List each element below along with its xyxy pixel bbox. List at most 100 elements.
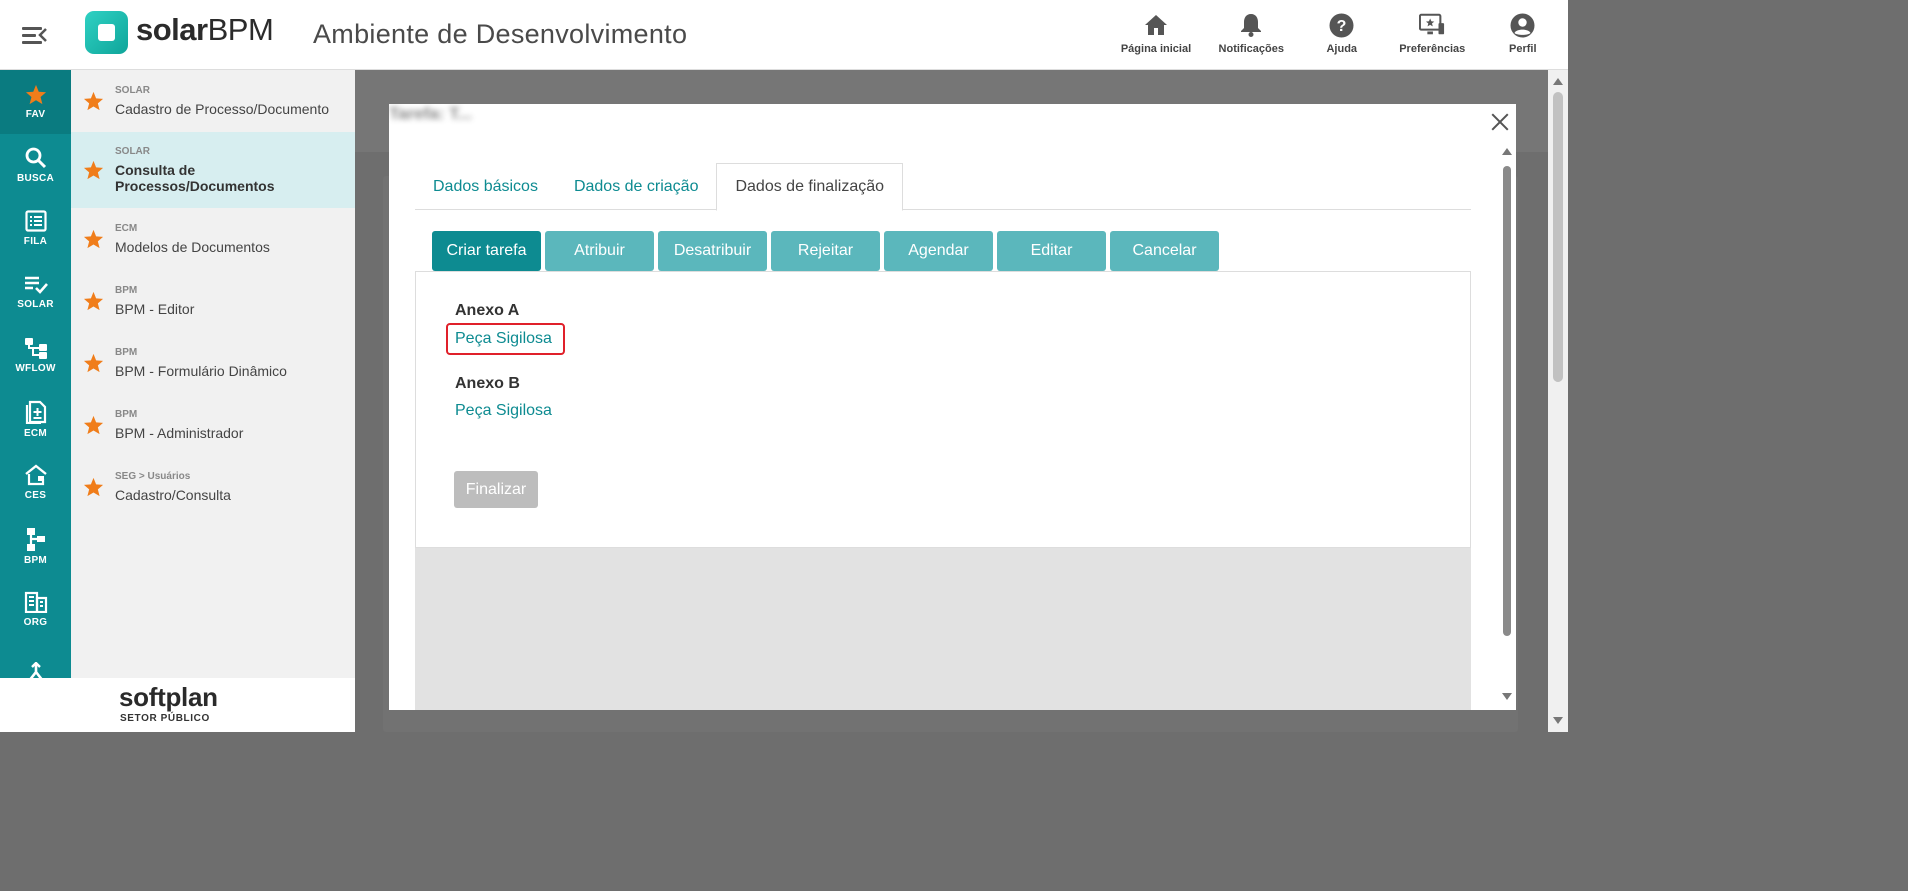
ecm-icon — [25, 400, 46, 424]
rail-item-label: WFLOW — [15, 363, 56, 375]
star-icon — [83, 291, 104, 311]
modal-tabs: Dados básicos Dados de criação Dados de … — [415, 163, 1471, 211]
favorite-name: Modelos de Documentos — [115, 239, 270, 255]
anexo-b-link[interactable]: Peça Sigilosa — [455, 402, 552, 420]
anexo-b-title: Anexo B — [455, 375, 520, 392]
rail-item-label: BPM — [23, 554, 48, 566]
favorite-item[interactable]: BPM BPM - Administrador — [71, 394, 355, 456]
scroll-up-icon[interactable] — [1502, 148, 1512, 155]
scrollbar-thumb[interactable] — [1503, 166, 1511, 636]
desatribuir-button[interactable]: Desatribuir — [658, 231, 767, 271]
favorite-name: BPM - Administrador — [115, 425, 244, 441]
nav-home[interactable]: Página inicial — [1106, 0, 1206, 70]
rail-item-bpm[interactable]: BPM — [0, 515, 71, 579]
rail-item-solar[interactable]: SOLAR — [0, 261, 71, 325]
tab-dados-criacao[interactable]: Dados de criação — [556, 163, 717, 210]
rail-item-wflow[interactable]: WFLOW — [0, 324, 71, 388]
svg-text:?: ? — [1337, 18, 1347, 35]
search-icon — [25, 147, 46, 168]
rail-item-fila[interactable]: FILA — [0, 197, 71, 261]
rail-item-label: FAV — [25, 108, 46, 120]
nav-notifications[interactable]: Notificações — [1206, 0, 1297, 70]
softplan-logo: softplan — [119, 682, 218, 712]
scroll-up-icon[interactable] — [1553, 78, 1563, 85]
anexo-a-title: Anexo A — [455, 302, 520, 319]
nav-profile[interactable]: Perfil — [1478, 0, 1569, 70]
bpm-icon — [26, 527, 45, 551]
finalization-panel: Anexo A Peça Sigilosa Anexo B Peça Sigil… — [415, 271, 1471, 548]
rail-item-ecm[interactable]: ECM — [0, 388, 71, 452]
cancelar-button[interactable]: Cancelar — [1110, 231, 1219, 271]
rail-item-label: ECM — [23, 427, 48, 439]
atribuir-button[interactable]: Atribuir — [545, 231, 654, 271]
star-icon — [83, 160, 104, 180]
favorite-category: BPM — [115, 285, 138, 296]
rejeitar-button[interactable]: Rejeitar — [771, 231, 880, 271]
star-icon — [83, 91, 104, 111]
workflow-icon — [24, 338, 47, 360]
softplan-footer: softplan SETOR PÚBLICO — [0, 678, 355, 732]
modal-scrollbar[interactable] — [1502, 146, 1512, 706]
favorite-item[interactable]: BPM BPM - Editor — [71, 270, 355, 332]
star-icon — [83, 477, 104, 497]
favorite-category: BPM — [115, 347, 138, 358]
favorite-name: Cadastro de Processo/Documento — [115, 101, 329, 117]
favorite-item-selected[interactable]: SOLAR Consulta de Processos/Documentos — [71, 132, 355, 208]
favorite-category: BPM — [115, 409, 138, 420]
rail-item-label: BUSCA — [16, 172, 55, 184]
favorite-item[interactable]: SEG > Usuários Cadastro/Consulta — [71, 456, 355, 518]
favorite-name: BPM - Formulário Dinâmico — [115, 363, 287, 379]
action-toolbar: Criar tarefa Atribuir Desatribuir Rejeit… — [432, 231, 1219, 271]
environment-title: Ambiente de Desenvolvimento — [313, 19, 688, 49]
favorite-category: SOLAR — [115, 85, 150, 96]
ces-icon — [24, 464, 47, 486]
page-scrollbar[interactable] — [1548, 70, 1568, 732]
nav-notifications-label: Notificações — [1218, 43, 1284, 55]
solarbpm-logo-icon — [85, 11, 128, 54]
help-icon: ? — [1329, 12, 1355, 38]
rail-item-label: FILA — [23, 236, 48, 248]
star-icon — [83, 415, 104, 435]
rail-item-label: SOLAR — [17, 298, 54, 310]
rail-item-ces[interactable]: CES — [0, 451, 71, 515]
rail-item-merge[interactable] — [0, 642, 71, 678]
merge-icon — [29, 662, 42, 678]
favorite-item[interactable]: ECM Modelos de Documentos — [71, 208, 355, 270]
empty-content-area — [415, 548, 1471, 710]
task-modal: Tarefa: T... Dados básicos Dados de cria… — [389, 104, 1516, 710]
editar-button[interactable]: Editar — [997, 231, 1106, 271]
menu-collapse-icon[interactable] — [22, 25, 48, 45]
nav-home-label: Página inicial — [1120, 43, 1192, 55]
rail-item-org[interactable]: ORG — [0, 578, 71, 642]
agendar-button[interactable]: Agendar — [884, 231, 993, 271]
nav-preferences-label: Preferências — [1399, 43, 1466, 55]
rail-item-busca[interactable]: BUSCA — [0, 134, 71, 198]
star-icon — [83, 353, 104, 373]
favorite-item[interactable]: BPM BPM - Formulário Dinâmico — [71, 332, 355, 394]
org-icon — [24, 592, 47, 614]
close-icon[interactable] — [1488, 110, 1512, 134]
nav-preferences[interactable]: Preferências — [1387, 0, 1478, 70]
favorite-item[interactable]: SOLAR Cadastro de Processo/Documento — [71, 70, 355, 132]
tab-dados-finalizacao[interactable]: Dados de finalização — [716, 163, 904, 211]
bell-icon — [1238, 12, 1264, 38]
favorite-category: ECM — [115, 223, 138, 234]
rail-item-fav[interactable]: FAV — [0, 70, 71, 134]
queue-icon — [24, 210, 47, 232]
favorites-panel: SOLAR Cadastro de Processo/Documento SOL… — [71, 70, 355, 678]
scroll-down-icon[interactable] — [1502, 693, 1512, 700]
module-rail: FAV BUSCA FILA SOLAR WFLOW ECM CES BPM O… — [0, 70, 71, 678]
home-icon — [1143, 12, 1169, 38]
profile-icon — [1510, 12, 1536, 38]
tab-dados-basicos[interactable]: Dados básicos — [415, 163, 556, 210]
nav-help[interactable]: ? Ajuda — [1297, 0, 1388, 70]
favorite-name: Consulta de Processos/Documentos — [115, 162, 275, 194]
preferences-icon — [1419, 12, 1445, 38]
app-logo: solarBPM — [136, 12, 274, 47]
anexo-a-link[interactable]: Peça Sigilosa — [455, 330, 552, 348]
scrollbar-thumb[interactable] — [1553, 92, 1563, 382]
finalizar-button[interactable]: Finalizar — [454, 471, 538, 508]
scroll-down-icon[interactable] — [1553, 717, 1563, 724]
criar-tarefa-button[interactable]: Criar tarefa — [432, 231, 541, 271]
solar-icon — [24, 276, 48, 294]
